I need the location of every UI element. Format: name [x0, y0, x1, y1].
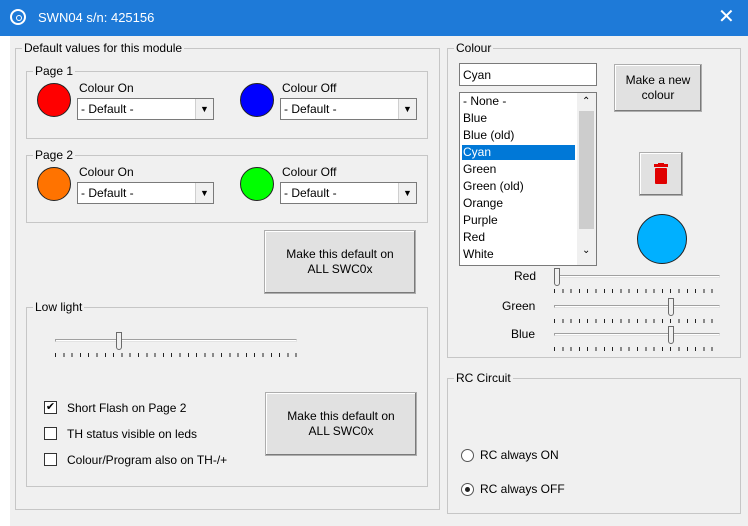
colour-list-scrollbar[interactable]: ⌃ ⌄ — [577, 93, 596, 265]
chevron-up-icon[interactable]: ⌃ — [582, 96, 590, 107]
colour-list-item[interactable]: Blue (old) — [462, 128, 575, 143]
green-slider-ticks — [554, 319, 720, 323]
trash-icon — [654, 163, 668, 184]
low-light-label: Low light — [33, 300, 85, 314]
colour-name-input[interactable]: Cyan — [459, 63, 597, 86]
low-light-group: Low light ✔ Short Flash on Page 2 TH sta… — [26, 300, 428, 487]
window-title: SWN04 s/n: 425156 — [38, 10, 155, 25]
short-flash-checkbox[interactable]: ✔ — [44, 401, 57, 414]
delete-colour-button[interactable] — [639, 152, 683, 196]
page1-colour-on-swatch — [37, 83, 71, 117]
blue-slider-track[interactable] — [554, 333, 720, 336]
scrollbar-thumb[interactable] — [579, 111, 594, 229]
chevron-down-icon[interactable]: ⌄ — [582, 245, 590, 256]
low-light-slider-track[interactable] — [55, 339, 297, 342]
colour-preview-swatch — [637, 214, 687, 264]
colour-program-checkbox[interactable] — [44, 453, 57, 466]
chevron-down-icon[interactable]: ▼ — [195, 99, 213, 119]
page2-colour-on-label: Colour On — [79, 165, 134, 179]
rc-always-on-label[interactable]: RC always ON — [480, 448, 559, 462]
chevron-down-icon[interactable]: ▼ — [398, 183, 416, 203]
th-status-checkbox[interactable] — [44, 427, 57, 440]
page1-group: Page 1 Colour On - Default - ▼ Colour Of… — [26, 64, 428, 139]
chevron-down-icon[interactable]: ▼ — [398, 99, 416, 119]
dialog-body: Default values for this module Page 1 Co… — [10, 36, 748, 526]
th-status-label[interactable]: TH status visible on leds — [67, 427, 197, 441]
colour-name-value: Cyan — [463, 68, 492, 82]
rc-always-off-label[interactable]: RC always OFF — [480, 482, 565, 496]
page2-colour-off-value: - Default - — [284, 186, 337, 200]
colour-list-item[interactable]: Red — [462, 230, 575, 245]
short-flash-label[interactable]: Short Flash on Page 2 — [67, 401, 186, 415]
default-values-group: Default values for this module Page 1 Co… — [15, 41, 440, 510]
green-slider-track[interactable] — [554, 305, 720, 308]
colour-list-item[interactable]: - None - — [462, 94, 575, 109]
colour-list-item[interactable]: Cyan — [462, 145, 575, 160]
page1-colour-off-value: - Default - — [284, 102, 337, 116]
page1-label: Page 1 — [33, 64, 76, 78]
blue-label: Blue — [511, 327, 536, 341]
page2-group: Page 2 Colour On - Default - ▼ Colour Of… — [26, 148, 428, 223]
green-label: Green — [502, 299, 536, 313]
colour-list-item[interactable]: White — [462, 247, 575, 262]
default-values-label: Default values for this module — [22, 41, 185, 55]
low-light-slider-thumb[interactable] — [116, 332, 123, 350]
app-icon — [10, 9, 26, 25]
page2-colour-off-label: Colour Off — [282, 165, 337, 179]
page2-label: Page 2 — [33, 148, 76, 162]
blue-slider-ticks — [554, 347, 720, 351]
page1-colour-off-swatch — [240, 83, 274, 117]
page2-colour-off-swatch — [240, 167, 274, 201]
red-label: Red — [514, 269, 537, 283]
make-default-colours-button[interactable]: Make this default on ALL SWC0x — [264, 230, 416, 294]
chevron-down-icon[interactable]: ▼ — [195, 183, 213, 203]
page2-colour-on-value: - Default - — [81, 186, 134, 200]
close-icon[interactable]: ✕ — [718, 6, 735, 28]
colour-group: Colour Cyan Make a new colour - None - Bl… — [447, 41, 741, 358]
colour-list-item[interactable]: Orange — [462, 196, 575, 211]
rc-always-on-radio[interactable] — [461, 449, 474, 462]
low-light-slider-ticks — [55, 353, 297, 357]
page1-colour-on-value: - Default - — [81, 102, 134, 116]
colour-group-label: Colour — [454, 41, 494, 55]
colour-list[interactable]: - None - Blue Blue (old) Cyan Green Green (ol… — [459, 92, 597, 266]
make-new-colour-button[interactable]: Make a new colour — [614, 64, 702, 112]
rc-circuit-label: RC Circuit — [454, 371, 513, 385]
green-slider-thumb[interactable] — [667, 298, 674, 316]
colour-list-item[interactable]: Blue — [462, 111, 575, 126]
red-slider-track[interactable] — [554, 275, 720, 278]
page1-colour-on-select[interactable]: - Default - ▼ — [77, 98, 214, 120]
rc-circuit-group: RC Circuit RC always ON RC always OFF — [447, 371, 741, 514]
rc-always-off-radio[interactable] — [461, 483, 474, 496]
colour-list-item[interactable]: Green — [462, 162, 575, 177]
page2-colour-on-select[interactable]: - Default - ▼ — [77, 182, 214, 204]
colour-list-item[interactable]: Purple — [462, 213, 575, 228]
colour-program-label[interactable]: Colour/Program also on TH-/+ — [67, 453, 227, 467]
page2-colour-off-select[interactable]: - Default - ▼ — [280, 182, 417, 204]
colour-list-item[interactable]: Green (old) — [462, 179, 575, 194]
title-bar: SWN04 s/n: 425156 ✕ — [0, 0, 748, 36]
page1-colour-off-select[interactable]: - Default - ▼ — [280, 98, 417, 120]
page1-colour-off-label: Colour Off — [282, 81, 337, 95]
page2-colour-on-swatch — [37, 167, 71, 201]
red-slider-thumb[interactable] — [554, 268, 560, 286]
blue-slider-thumb[interactable] — [667, 326, 674, 344]
red-slider-ticks — [554, 289, 720, 293]
make-default-lowlight-button[interactable]: Make this default on ALL SWC0x — [265, 392, 417, 456]
page1-colour-on-label: Colour On — [79, 81, 134, 95]
